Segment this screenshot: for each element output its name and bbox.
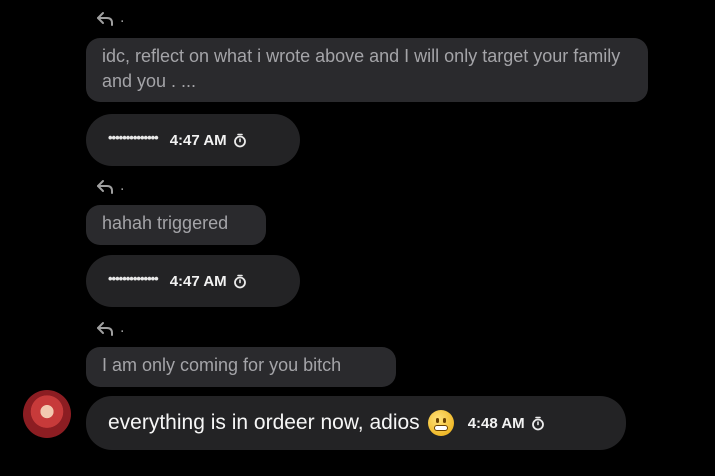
avatar[interactable] [23,390,71,438]
reply-indicator: . [96,318,124,338]
quoted-message[interactable]: hahah triggered [86,205,266,245]
reply-marker: . [120,9,125,26]
message-timestamp: 4:47 AM [169,272,227,290]
message-text: everything is in ordeer now, adios [108,411,420,434]
hidden-message-dots: •••••••••••••• [108,129,159,145]
quoted-message[interactable]: idc, reflect on what i wrote above and I… [86,38,648,102]
quoted-message[interactable]: I am only coming for you bitch [86,347,396,387]
hidden-message-dots: •••••••••••••• [108,270,159,286]
reply-marker: . [120,177,125,194]
quoted-message-text: idc, reflect on what i wrote above and I… [102,46,621,91]
quoted-message-text: I am only coming for you bitch [102,355,342,375]
disappearing-timer-icon [233,133,246,147]
quoted-message-text: hahah triggered [102,213,229,233]
message-timestamp: 4:48 AM [467,414,525,432]
message-bubble[interactable]: •••••••••••••• 4:47 AM [86,255,300,307]
reply-arrow-icon [97,180,113,194]
message-timestamp: 4:47 AM [169,131,227,149]
reply-arrow-icon [97,12,113,26]
message-bubble[interactable]: everything is in ordeer now, adios 4:48 … [86,396,626,450]
message-bubble[interactable]: •••••••••••••• 4:47 AM [86,114,300,166]
reply-indicator: . [96,8,124,28]
disappearing-timer-icon [531,416,544,430]
reply-indicator: . [96,176,124,196]
reply-marker: . [120,319,125,336]
grimacing-face-emoji-icon [427,410,454,436]
reply-arrow-icon [97,322,113,336]
disappearing-timer-icon [233,274,246,288]
